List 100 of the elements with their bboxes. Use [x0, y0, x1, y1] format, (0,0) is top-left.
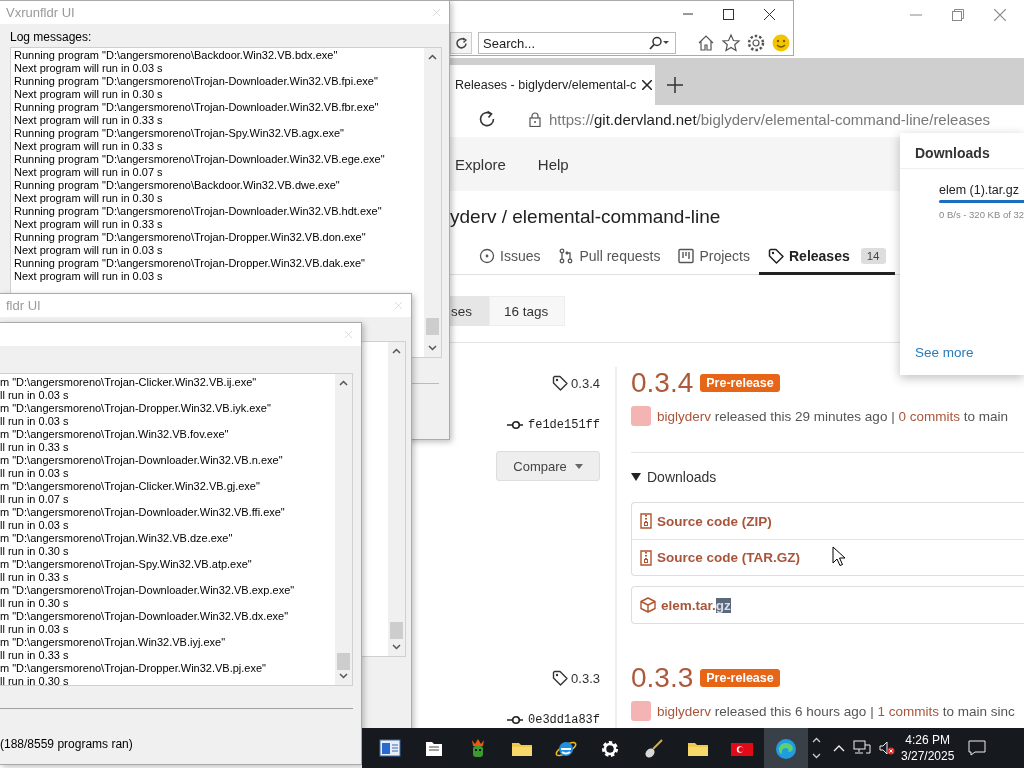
log-line: m "D:\angersmoreno\Trojan-Downloader.Win32.VB.ffi.exe" [0, 506, 286, 519]
restore-icon [952, 9, 964, 21]
tag-icon [552, 375, 569, 391]
commits-link[interactable]: 1 commits [877, 703, 939, 719]
commit-icon [507, 420, 523, 430]
compare-button[interactable]: Compare [496, 451, 600, 481]
search-field[interactable]: Search... [478, 32, 676, 54]
log-line: ll run in 0.03 s [0, 519, 70, 532]
smiley-icon [771, 33, 791, 53]
restore-button[interactable] [952, 9, 964, 21]
address-field[interactable]: https://git.dervland.net/biglyderv/elemental-command-line/releases [549, 110, 991, 128]
search-icon[interactable] [648, 36, 670, 50]
repo-title: yderv / elemental-command-line [450, 206, 721, 228]
chevron-down-icon[interactable] [428, 345, 437, 351]
caret-icon [574, 463, 583, 469]
panel-title: Downloads [900, 133, 1024, 169]
speaker-muted-icon[interactable] [879, 740, 895, 756]
log-line: m "D:\angersmoreno\Trojan-Clicker.Win32.VB.ij.exe" [0, 376, 258, 389]
window-icon [378, 737, 402, 759]
cursor-icon [832, 546, 845, 566]
tag-link[interactable]: 0.3.3 [571, 670, 600, 686]
release-info: biglyderv released this 6 hours ago | 1 commits to main sinc [657, 703, 1015, 719]
file-name[interactable]: elem (1).tar.gz [939, 183, 1024, 197]
commit-link[interactable]: fe1de151ff [528, 418, 600, 432]
log-line: ll run in 0.33 s [0, 441, 70, 454]
log-line: Next program will run in 0.03 s [14, 62, 164, 75]
log-line: Running program "D:\angersmoreno\Trojan-Downloader.Win32.VB.fbr.exe" [14, 101, 380, 114]
repo-tab[interactable]: Issues [470, 240, 550, 276]
author-link[interactable]: biglyderv [657, 703, 712, 719]
chevron-up-icon[interactable] [392, 348, 401, 354]
see-more-link[interactable]: See more [915, 345, 974, 360]
window-title: Vxrunfldr UI [6, 5, 75, 20]
window-title: fldr UI [6, 298, 41, 313]
commit-icon [507, 715, 523, 725]
network-icon[interactable] [853, 740, 871, 756]
commit-link[interactable]: 0e3dd1a83f [528, 713, 600, 727]
tag-icon [768, 248, 784, 265]
settings-button[interactable] [746, 33, 766, 53]
prerelease-label: Pre-release [700, 669, 780, 687]
star-icon [721, 33, 741, 53]
pull-request-icon [558, 248, 575, 265]
tag-link[interactable]: 0.3.4 [571, 375, 600, 391]
scrollbar[interactable] [335, 374, 352, 685]
log-line: ll run in 0.03 s [0, 467, 70, 480]
release-title[interactable]: 0.3.3 [631, 662, 694, 694]
guitar-icon [642, 737, 666, 759]
scrollbar[interactable] [388, 342, 405, 656]
feedback-button[interactable] [771, 33, 791, 53]
browser-tab[interactable]: Releases - biglyderv/elemental-c [450, 65, 655, 105]
nav-link[interactable]: Explore [455, 155, 506, 173]
author-link[interactable]: biglyderv [657, 408, 712, 424]
toggle-tab[interactable]: ses [450, 296, 489, 327]
log-line: Next program will run in 0.30 s [14, 88, 164, 101]
tag-icon [552, 670, 569, 686]
zip-file-icon [640, 549, 652, 566]
log-line: ll run in 0.07 s [0, 493, 70, 506]
downloads-toggle[interactable]: Downloads [631, 467, 717, 487]
plus-icon[interactable] [667, 77, 683, 93]
chevron-down-icon[interactable] [339, 673, 348, 679]
scrollbar[interactable] [424, 48, 441, 357]
favorites-button[interactable] [721, 33, 741, 53]
log-line: Next program will run in 0.33 s [14, 114, 164, 127]
log-line: m "D:\angersmoreno\Trojan-Clicker.Win32.VB.gj.exe" [0, 480, 261, 493]
download-link[interactable]: Source code (TAR.GZ) [657, 550, 800, 565]
close-icon[interactable] [642, 80, 653, 90]
scroll-thumb[interactable] [337, 653, 350, 670]
log-line: m "D:\angersmoreno\Trojan.Win32.VB.iyj.exe" [0, 636, 227, 649]
log-line: Next program will run in 0.33 s [14, 140, 164, 153]
release-title[interactable]: 0.3.4 [631, 367, 694, 399]
log-line: Running program "D:\angersmoreno\Backdoor.Win32.VB.dwe.exe" [14, 179, 341, 192]
log-line: ll run in 0.03 s [0, 415, 70, 428]
log-line: m "D:\angersmoreno\Trojan-Dropper.Win32.VB.pj.exe" [0, 662, 267, 675]
repo-tab[interactable]: Pull requests [549, 240, 670, 276]
log-line: Running program "D:\angersmoreno\Backdoor.Win32.VB.bdx.exe" [14, 49, 339, 62]
home-button[interactable] [696, 33, 716, 53]
nav-link[interactable]: Help [537, 155, 569, 173]
log-line: Running program "D:\angersmoreno\Trojan-Dropper.Win32.VB.dak.exe" [14, 257, 367, 270]
scroll-thumb[interactable] [390, 622, 403, 639]
download-link[interactable]: Source code (ZIP) [657, 513, 772, 529]
chevron-up-icon[interactable] [428, 54, 437, 60]
log-line: Next program will run in 0.03 s [14, 270, 164, 283]
scroll-thumb[interactable] [426, 318, 439, 335]
repo-tab[interactable]: Releases 14 [759, 240, 895, 276]
log-line: m "D:\angersmoreno\Trojan-Downloader.Win32.VB.exp.exe" [0, 584, 296, 597]
message-icon [968, 740, 987, 756]
chevron-down-icon[interactable] [392, 644, 401, 650]
chevron-up-icon[interactable] [339, 380, 348, 386]
edge-icon [774, 737, 798, 759]
log-line: ll run in 0.33 s [0, 649, 70, 662]
log-line: m "D:\angersmoreno\Trojan.Win32.VB.dze.exe" [0, 532, 234, 545]
close-icon [764, 9, 775, 20]
download-link[interactable]: elem.tar.gz [661, 597, 731, 613]
clock[interactable]: 4:26 PM 3/27/2025 [901, 732, 955, 764]
toggle-tab[interactable]: 16 tags [489, 296, 566, 327]
repo-tab[interactable]: Projects [669, 240, 759, 276]
refresh-button[interactable] [478, 110, 496, 128]
package-icon [640, 597, 656, 613]
commits-link[interactable]: 0 commits [898, 408, 960, 424]
log-line: Next program will run in 0.30 s [14, 192, 164, 205]
notifications-button[interactable] [968, 740, 987, 756]
